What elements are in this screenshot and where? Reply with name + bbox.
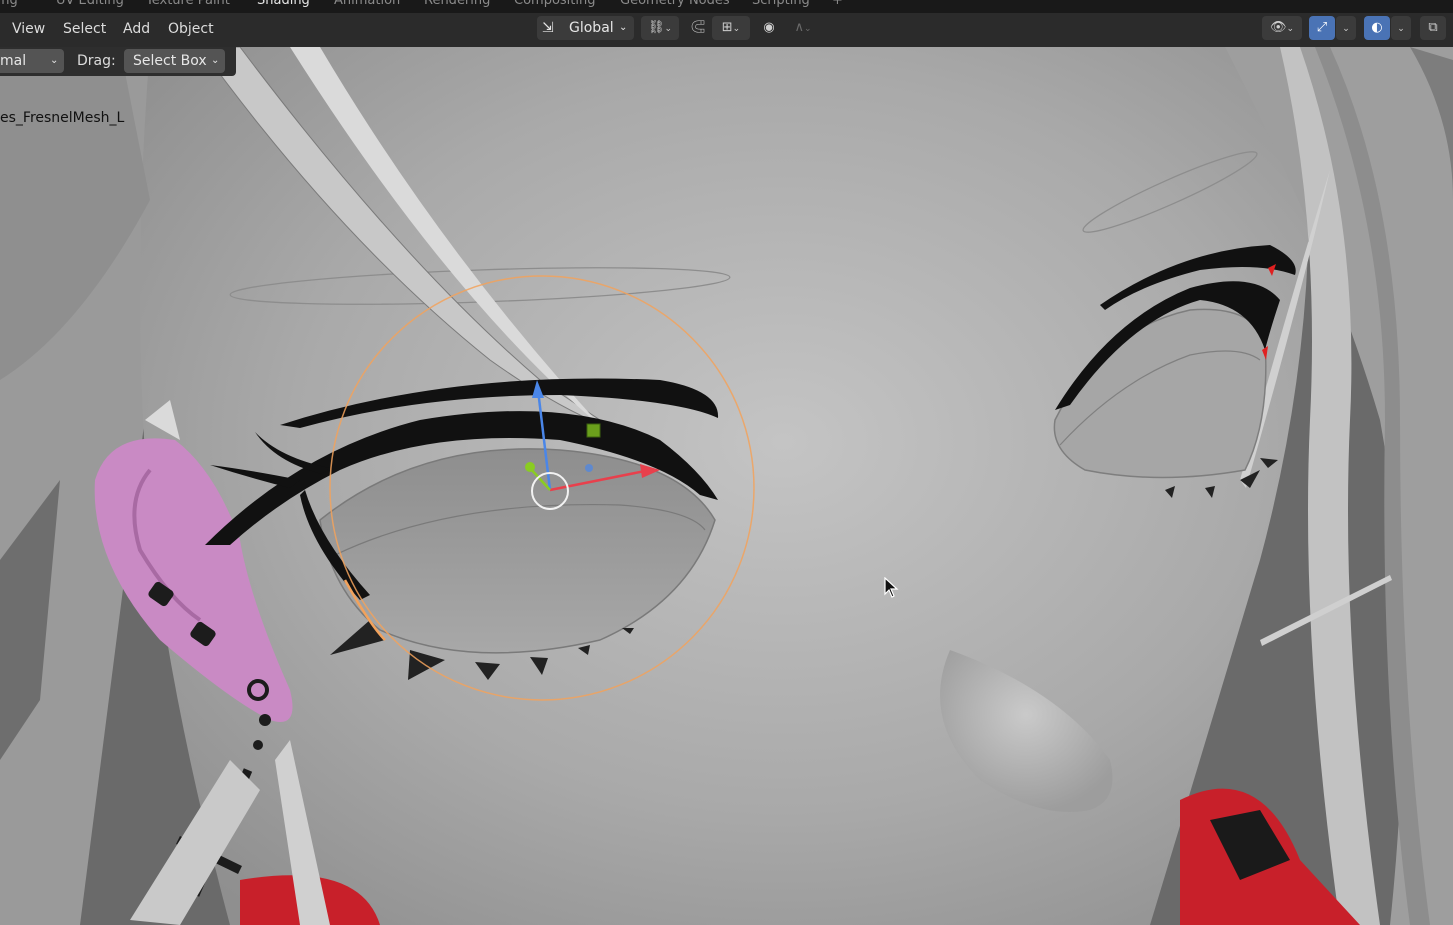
pivot-point-button[interactable]: ⛓⌄ [641,16,679,40]
visibility-dropdown[interactable]: 👁︎⌄ [1262,16,1302,40]
tab-layout[interactable]: ling [0,0,18,8]
visibility-icon: 👁︎ [1269,20,1287,35]
pivot-icon: ⛓ [647,20,665,35]
snap-increment-icon: ⊞ [721,20,733,35]
3d-viewport[interactable] [0,47,1453,925]
gizmo-icon: ⤢ [1316,20,1328,35]
tab-compositing[interactable]: Compositing [514,0,596,8]
proportional-edit-toggle[interactable]: ◉ [758,16,780,40]
chevron-down-icon: ⌄ [1397,24,1405,34]
chevron-down-icon: ⌄ [1286,24,1295,34]
selection-mode-label: mal [0,53,27,69]
menu-view[interactable]: View [12,21,45,37]
chevron-down-icon: ⌄ [211,55,220,66]
chevron-down-icon: ⌄ [1342,24,1350,34]
active-object-name: es_FresnelMesh_L [0,110,125,126]
snap-target-button[interactable]: ⊞⌄ [712,16,750,40]
xray-icon: ⧉ [1428,20,1438,35]
viewport-header: View Select Add Object ⇲ Global ⌄ ⛓⌄ 🧲︎ … [0,13,1453,47]
overlay-dropdown[interactable]: ⌄ [1391,16,1411,40]
tab-geometry-nodes[interactable]: Geometry Nodes [620,0,730,8]
chevron-down-icon: ⌄ [664,24,673,34]
tab-texture-paint[interactable]: Texture Paint [146,0,230,8]
tab-shading[interactable]: Shading [251,0,316,13]
orientation-label: Global [569,20,614,36]
proportional-edit-icon: ◉ [763,20,775,35]
gizmo-toggle[interactable]: ⤢ [1309,16,1335,40]
tab-animation[interactable]: Animation [334,0,400,8]
selection-mode-dropdown[interactable]: mal ⌄ [0,49,64,73]
drag-label: Drag: [77,53,116,69]
mouse-cursor-icon [884,577,899,598]
drag-mode-value: Select Box [133,53,207,69]
menu-select[interactable]: Select [63,21,106,37]
chevron-down-icon: ⌄ [803,24,812,34]
snap-icon: 🧲︎ [689,20,707,35]
overlay-icon: ◐ [1371,20,1383,35]
falloff-icon: ∧ [794,20,804,35]
snap-toggle[interactable]: 🧲︎ [686,16,710,40]
chevron-down-icon: ⌄ [50,55,59,66]
chevron-down-icon: ⌄ [619,22,628,33]
tab-rendering[interactable]: Rendering [424,0,490,8]
menu-object[interactable]: Object [168,21,214,37]
falloff-dropdown[interactable]: ∧⌄ [784,16,822,40]
menu-add[interactable]: Add [123,21,150,37]
transform-orientation-dropdown[interactable]: ⇲ Global ⌄ [537,16,634,40]
overlay-toggle[interactable]: ◐ [1364,16,1390,40]
gizmo-plane-handle [586,423,601,438]
xray-toggle[interactable]: ⧉ [1420,16,1446,40]
workspace-tab-strip: ling UV Editing Texture Paint Shading An… [0,0,1453,13]
tab-scripting[interactable]: Scripting [752,0,810,8]
add-workspace-button[interactable]: + [832,0,843,8]
drag-mode-dropdown[interactable]: Select Box ⌄ [124,49,225,73]
chevron-down-icon: ⌄ [732,24,741,34]
viewport-scene [0,47,1453,925]
orientation-icon: ⇲ [542,20,554,36]
tool-settings-bar: mal ⌄ Drag: Select Box ⌄ [0,47,236,76]
gizmo-dropdown[interactable]: ⌄ [1336,16,1356,40]
tab-uv-editing[interactable]: UV Editing [56,0,124,8]
